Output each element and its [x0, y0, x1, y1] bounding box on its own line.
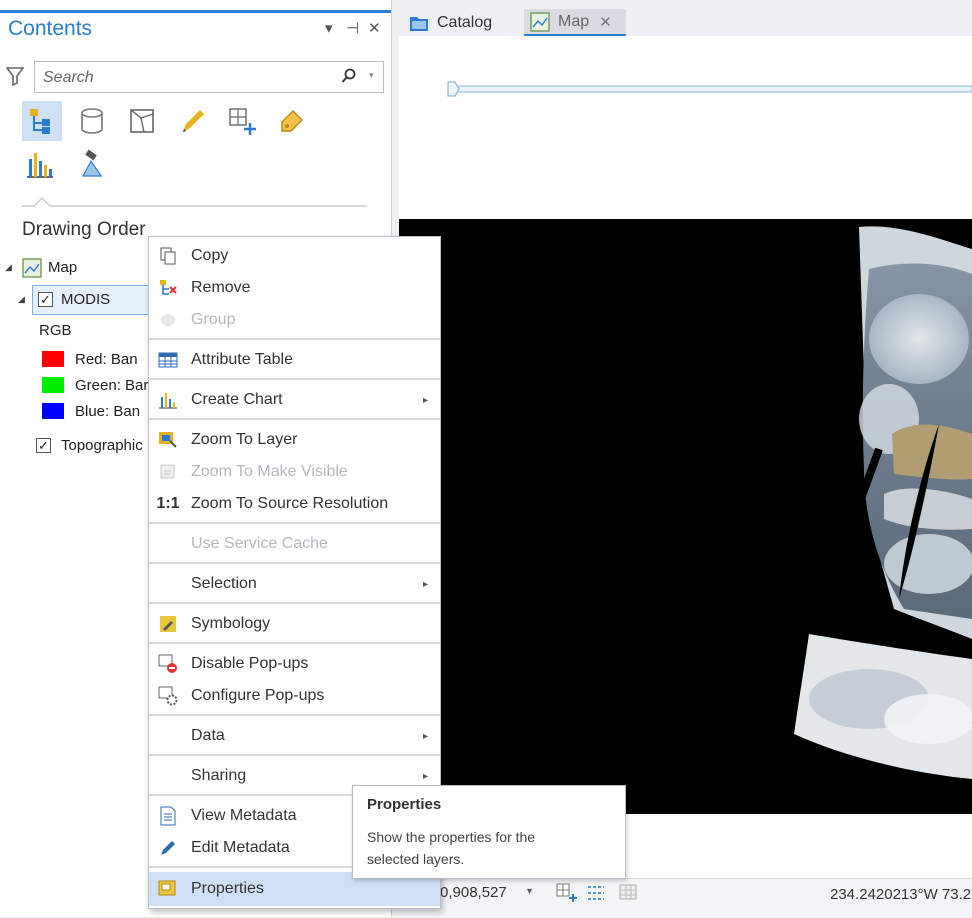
close-pane-icon[interactable]: ✕	[368, 19, 381, 37]
map-icon	[22, 258, 42, 278]
red-band-swatch	[42, 351, 64, 367]
table-toggle-icon[interactable]	[618, 883, 640, 903]
snapping-toggle-icon[interactable]	[586, 883, 608, 903]
menu-item-attribute-table[interactable]: Attribute Table	[149, 344, 440, 376]
disable-popups-icon	[149, 654, 187, 674]
view-metadata-icon	[149, 806, 187, 826]
filter-icon[interactable]	[5, 66, 26, 87]
search-icon[interactable]	[341, 68, 357, 89]
map-canvas[interactable]	[399, 219, 972, 814]
menu-separator	[149, 602, 440, 604]
catalog-icon	[410, 16, 428, 31]
list-by-selection-icon[interactable]	[124, 103, 160, 139]
menu-item-disable-popups[interactable]: Disable Pop-ups	[149, 648, 440, 680]
cursor-coordinates: 234.2420213°W 73.2	[830, 886, 972, 903]
search-field[interactable]: ▾	[34, 61, 384, 93]
configure-popups-icon	[149, 686, 187, 706]
topographic-visibility-checkbox[interactable]: ✓	[36, 438, 51, 453]
menu-item-zoom-to-make-visible: Zoom To Make Visible	[149, 456, 440, 488]
menu-separator	[149, 418, 440, 420]
menu-item-selection[interactable]: Selection ▸	[149, 568, 440, 600]
list-by-snapping-icon[interactable]	[224, 103, 260, 139]
contents-pane-title: Contents	[8, 17, 93, 40]
properties-icon	[149, 880, 187, 898]
menu-separator	[149, 522, 440, 524]
map-tab-icon	[530, 11, 550, 32]
modis-imagery	[794, 226, 972, 779]
search-options-icon[interactable]: ▾	[369, 70, 374, 81]
modis-visibility-checkbox[interactable]: ✓	[38, 292, 53, 307]
pin-icon[interactable]: ⊣	[346, 19, 359, 37]
menu-item-symbology[interactable]: Symbology	[149, 608, 440, 640]
toolbar-collapse-caret[interactable]	[22, 193, 367, 209]
menu-item-remove[interactable]: Remove	[149, 272, 440, 304]
remove-icon	[149, 279, 187, 297]
time-slider[interactable]	[446, 81, 972, 97]
pane-menu-icon[interactable]: ▾	[325, 19, 333, 37]
zoom-to-make-visible-icon	[149, 463, 187, 481]
tab-catalog[interactable]: Catalog	[403, 9, 507, 36]
one-to-one-icon: 1:1	[156, 495, 180, 512]
map-scale-value[interactable]: 0,908,527	[440, 884, 507, 901]
blue-band-label: Blue: Ban	[75, 403, 141, 420]
tab-map-label: Map	[558, 12, 590, 30]
tooltip-line-2: selected layers.	[367, 851, 465, 867]
topographic-layer-label[interactable]: Topographic	[61, 437, 143, 454]
menu-separator	[149, 642, 440, 644]
list-charts-icon[interactable]	[22, 146, 58, 182]
menu-item-zoom-to-layer[interactable]: Zoom To Layer	[149, 424, 440, 456]
menu-item-zoom-to-source-resolution[interactable]: 1:1 Zoom To Source Resolution	[149, 488, 440, 520]
green-band-swatch	[42, 377, 64, 393]
edit-metadata-icon	[149, 839, 187, 857]
menu-separator	[149, 754, 440, 756]
menu-separator	[149, 562, 440, 564]
map-layer-label[interactable]: Map	[48, 259, 77, 276]
menu-item-use-service-cache: Use Service Cache	[191, 535, 328, 552]
copy-icon	[149, 247, 187, 265]
red-band-label: Red: Ban	[75, 351, 138, 368]
menu-item-data[interactable]: Data ▸	[149, 720, 440, 752]
submenu-arrow-icon: ▸	[422, 578, 428, 590]
properties-tooltip: Properties Show the properties for the s…	[352, 785, 626, 879]
modis-layer-label[interactable]: MODIS	[61, 291, 110, 308]
map-expand-icon[interactable]: ◢	[5, 262, 12, 273]
zoom-to-layer-icon	[149, 431, 187, 449]
menu-item-copy[interactable]: Copy	[149, 240, 440, 272]
scale-dropdown-icon[interactable]: ▾	[527, 886, 532, 897]
tooltip-line-1: Show the properties for the	[367, 829, 536, 845]
menu-separator	[149, 378, 440, 380]
list-by-labeling-icon[interactable]	[274, 103, 310, 139]
attribute-table-icon	[149, 352, 187, 368]
submenu-arrow-icon: ▸	[422, 394, 428, 406]
submenu-arrow-icon: ▸	[422, 770, 428, 782]
menu-item-group: Group	[149, 304, 440, 336]
grid-add-icon[interactable]	[556, 883, 578, 903]
menu-item-create-chart[interactable]: Create Chart ▸	[149, 384, 440, 416]
menu-separator	[149, 714, 440, 716]
list-by-editing-icon[interactable]	[174, 103, 210, 139]
menu-separator	[149, 338, 440, 340]
drawing-order-heading: Drawing Order	[22, 219, 146, 240]
blue-band-swatch	[42, 403, 64, 419]
tooltip-title: Properties	[367, 796, 442, 813]
chart-icon	[149, 391, 187, 409]
tab-catalog-label: Catalog	[437, 13, 493, 31]
search-input[interactable]	[41, 67, 335, 89]
tab-map[interactable]: Map ✕	[524, 9, 626, 36]
rgb-label: RGB	[39, 322, 72, 339]
contents-pane-accent-bar	[0, 10, 391, 13]
submenu-arrow-icon: ▸	[422, 730, 428, 742]
list-by-drawing-order-icon[interactable]	[22, 101, 62, 141]
group-icon	[149, 312, 187, 328]
menu-item-configure-popups[interactable]: Configure Pop-ups	[149, 680, 440, 712]
green-band-label: Green: Bar	[75, 377, 149, 394]
modis-expand-icon[interactable]: ◢	[18, 294, 25, 305]
symbology-icon	[149, 615, 187, 633]
list-by-perspective-imagery-icon[interactable]	[74, 146, 110, 182]
list-by-data-source-icon[interactable]	[74, 103, 110, 139]
close-tab-icon[interactable]: ✕	[599, 13, 612, 31]
